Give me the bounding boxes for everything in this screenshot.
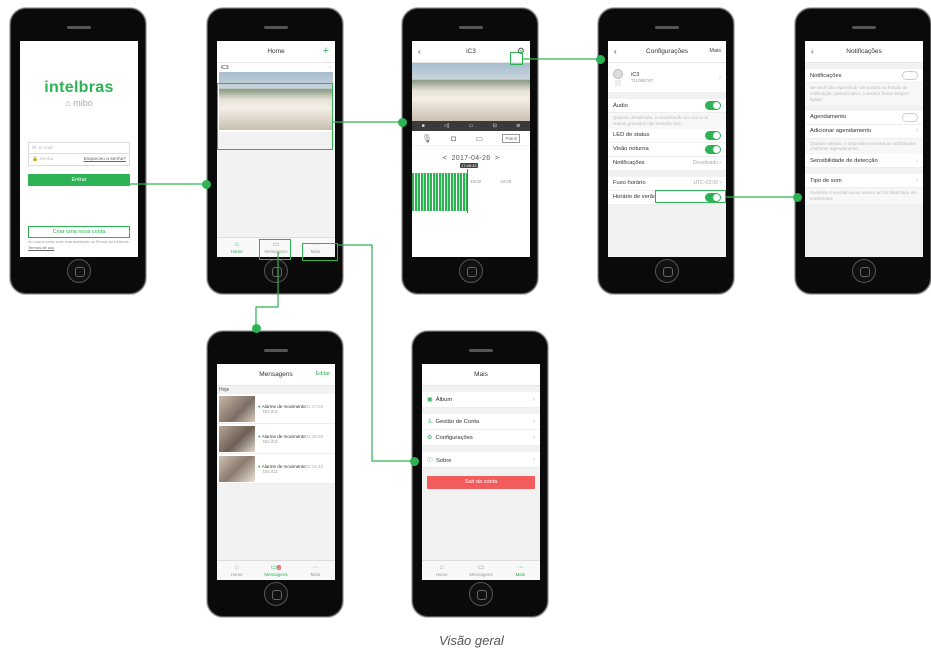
connector-dot (202, 180, 211, 189)
connector-dot (596, 55, 605, 64)
connector-dot (398, 118, 407, 127)
flow-connectors (128, 58, 797, 462)
connector-dot (410, 457, 419, 466)
connector-dot (252, 324, 261, 333)
connector-dot (793, 193, 802, 202)
